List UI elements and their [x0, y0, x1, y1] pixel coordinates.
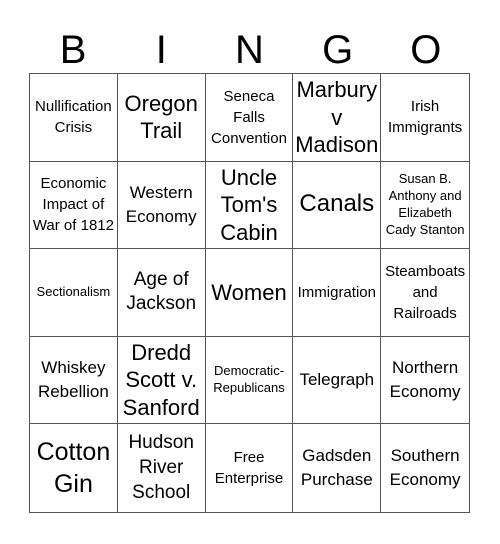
bingo-cell[interactable]: Southern Economy	[381, 424, 469, 512]
bingo-cell[interactable]: Immigration	[293, 249, 382, 337]
bingo-cell[interactable]: Telegraph	[293, 336, 382, 425]
bingo-cell[interactable]: Northern Economy	[381, 337, 469, 425]
bingo-cell[interactable]: Irish Immigrants	[381, 74, 469, 162]
bingo-cell[interactable]: Oregon Trail	[117, 74, 206, 162]
bingo-cell[interactable]: Democratic-Republicans	[205, 336, 294, 425]
bingo-cell[interactable]: Sectionalism	[30, 249, 118, 337]
bingo-header: B I N G O	[29, 28, 470, 72]
bingo-cell[interactable]: Dredd Scott v. Sanford	[117, 336, 206, 425]
bingo-cell[interactable]: Hudson River School	[118, 424, 206, 512]
bingo-cell[interactable]: Economic Impact of War of 1812	[30, 161, 118, 250]
bingo-cell[interactable]: Whiskey Rebellion	[30, 336, 118, 425]
header-letter-o: O	[410, 28, 442, 72]
header-letter-n: N	[235, 28, 264, 72]
bingo-grid: Nullification Crisis Oregon Trail Seneca…	[29, 73, 470, 513]
bingo-cell[interactable]: Marbury v Madison	[293, 74, 382, 162]
bingo-cell[interactable]: Seneca Falls Convention	[205, 74, 294, 162]
bingo-cell[interactable]: Age of Jackson	[117, 249, 206, 337]
header-letter-i: I	[155, 28, 167, 72]
bingo-cell[interactable]: Gadsden Purchase	[293, 424, 382, 512]
bingo-cell[interactable]: Uncle Tom's Cabin	[205, 161, 294, 250]
bingo-cell[interactable]: Steamboats and Railroads	[381, 249, 469, 337]
bingo-cell[interactable]: Nullification Crisis	[30, 74, 118, 162]
bingo-cell[interactable]: Free Enterprise	[206, 424, 294, 512]
header-letter-g: G	[322, 28, 354, 72]
bingo-cell[interactable]: Western Economy	[117, 161, 206, 250]
bingo-cell[interactable]: Susan B. Anthony and Elizabeth Cady Stan…	[381, 162, 469, 250]
bingo-cell[interactable]: Canals	[293, 161, 382, 250]
bingo-cell[interactable]: Women	[205, 249, 294, 337]
bingo-cell[interactable]: Cotton Gin	[30, 424, 118, 512]
header-letter-b: B	[59, 28, 87, 72]
